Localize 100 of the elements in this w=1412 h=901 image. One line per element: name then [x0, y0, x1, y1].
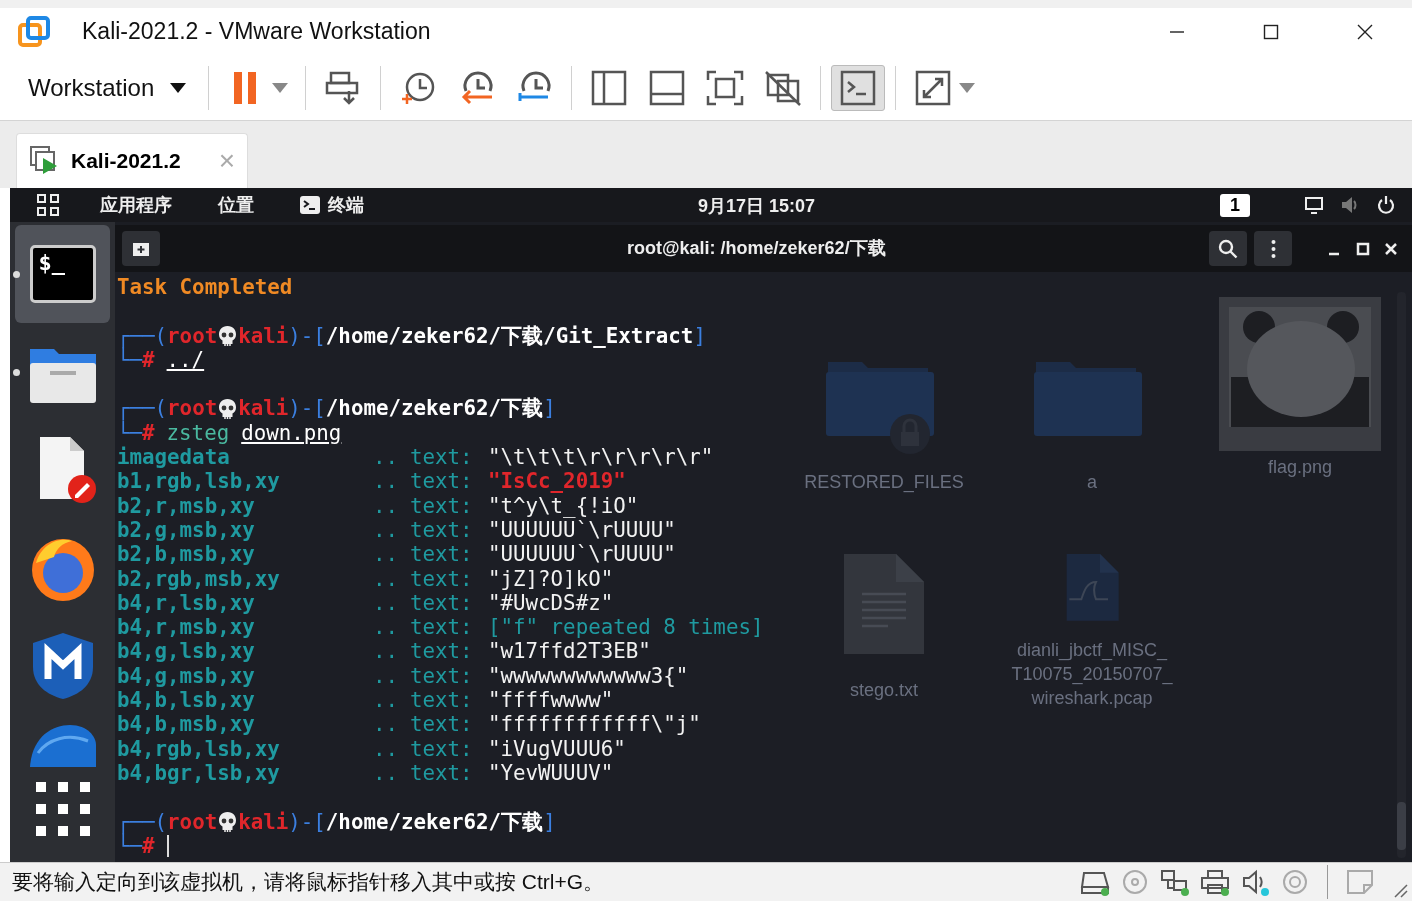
prompt-separator: )-[ [288, 809, 326, 834]
prompt-bracket: ] [693, 323, 706, 348]
maximize-icon[interactable] [1356, 241, 1370, 256]
channel-name: b4,g,lsb,xy [117, 639, 256, 664]
kebab-menu-icon [1270, 238, 1276, 259]
printer-icon [1200, 869, 1230, 895]
new-tab-button[interactable] [122, 231, 160, 266]
output-value: "ffffwwww" [488, 688, 614, 713]
power-icon[interactable] [1376, 195, 1396, 215]
separator-dots: .. [373, 663, 400, 689]
prompt-user: root [167, 323, 218, 348]
output-label: text: [410, 566, 474, 591]
prompt-user: root [167, 396, 218, 421]
output-label: text: [410, 542, 474, 567]
close-icon [1357, 23, 1373, 40]
channel-name: b4,bgr,lsb,xy [117, 760, 281, 786]
channel-name: b2,b,msb,xy [117, 542, 256, 567]
separator-dots: .. [373, 542, 400, 567]
output-value: ["f" repeated 8 times] [488, 615, 764, 640]
output-label: text: [410, 493, 474, 518]
workstation-menu[interactable]: Workstation [14, 67, 201, 108]
output-value: "\t\t\t\r\r\r\r\r" [488, 445, 714, 470]
fullscreen-icon [705, 68, 746, 107]
note-icon [1345, 869, 1375, 895]
command-argument: ../ [166, 347, 205, 373]
channel-name: b4,r,lsb,xy [117, 590, 256, 616]
prompt-host: kali [238, 323, 289, 348]
output-value: "IsCc_2019" [488, 469, 626, 494]
caret-icon [170, 82, 187, 93]
skull-icon [217, 810, 239, 833]
status-message: 要将输入定向到该虚拟机，请将鼠标指针移入其中或按 Ctrl+G。 [12, 869, 606, 895]
cd-icon [1120, 869, 1150, 895]
output-label: text: [410, 688, 474, 713]
command-argument: down.png [241, 420, 342, 446]
clock[interactable]: 9月17日 15:07 [698, 194, 816, 218]
output-value: "UUUUUU`\rUUUU" [488, 517, 676, 543]
toolbar-button[interactable] [831, 64, 886, 111]
separator-dots: .. [373, 712, 400, 737]
top-bar-menu[interactable]: 位置 [218, 193, 254, 217]
search-button[interactable] [1209, 231, 1247, 266]
prompt-path: /home/zeker62/下载/Git_Extract [325, 323, 694, 348]
terminal-title: root@kali: /home/zeker62/下载 [627, 237, 886, 260]
output-value: "wwwwwwwwwwww3{" [488, 663, 689, 689]
separator-dots: .. [373, 736, 400, 761]
prompt-host: kali [238, 809, 289, 834]
channel-name: b1,rgb,lsb,xy [117, 469, 281, 494]
separator-dots: .. [373, 615, 400, 640]
activities-grid-icon[interactable] [36, 193, 60, 217]
skull-icon [217, 397, 239, 420]
output-value: "UUUUUU`\rUUUU" [488, 542, 676, 567]
channel-name: b2,r,msb,xy [117, 493, 256, 518]
dock-item[interactable]: $_ [15, 225, 110, 323]
file-label: a [1086, 471, 1098, 494]
separator-dots: .. [373, 566, 400, 591]
file-label: RESTORED_FILES [803, 471, 965, 494]
output-value: "YevWUUUV" [488, 760, 614, 786]
output-label: text: [410, 469, 474, 494]
separator-dots: .. [373, 590, 400, 616]
output-label: text: [410, 663, 474, 689]
output-label: text: [410, 712, 474, 737]
prompt-bracket: ┌──( [117, 809, 168, 834]
prompt-sigil: # [142, 420, 155, 446]
scrollbar[interactable] [1397, 292, 1406, 858]
prompt-bracket: ] [543, 809, 556, 834]
vm-tab[interactable]: Kali-2021.2 × [16, 133, 248, 188]
prompt-branch: └─ [117, 833, 143, 859]
top-bar-menu[interactable]: 应用程序 [100, 193, 172, 217]
channel-name: b2,g,msb,xy [117, 517, 256, 543]
channel-name: b4,r,msb,xy [117, 615, 256, 640]
output-value: "iVugVUUU6" [488, 736, 626, 761]
prompt-branch: └─ [117, 420, 143, 446]
command: zsteg [166, 420, 230, 446]
output-value: "t^y\t_{!iO" [488, 493, 639, 518]
output-label: text: [410, 615, 474, 640]
channel-name: b4,b,lsb,xy [117, 688, 256, 713]
separator-dots: .. [373, 493, 400, 518]
separator-dots: .. [373, 445, 400, 470]
caret-icon [959, 82, 976, 93]
channel-name: b4,g,msb,xy [117, 663, 256, 689]
monitor-icon[interactable] [1304, 195, 1324, 215]
tab-label: Kali-2021.2 [71, 149, 181, 173]
top-bar-menu[interactable]: 终端 [300, 193, 364, 217]
window-title: Kali-2021.2 - VMware Workstation [82, 18, 432, 45]
workspace-indicator[interactable]: 1 [1220, 193, 1250, 217]
minimize-icon [1169, 30, 1185, 33]
separator-dots: .. [373, 517, 400, 543]
status-message: Task Completed [117, 275, 293, 300]
output-label: text: [410, 736, 474, 761]
prompt-user: root [167, 809, 218, 834]
close-icon[interactable] [1384, 241, 1398, 256]
output-label: text: [410, 760, 474, 786]
prompt-sigil: # [142, 833, 155, 859]
maximize-icon [1263, 23, 1279, 40]
disc-icon [1280, 869, 1310, 895]
menu-button[interactable] [1254, 231, 1292, 266]
output-value: "#UwcDS#z" [488, 590, 614, 616]
prompt-bracket: ┌──( [117, 396, 168, 421]
prompt-path: /home/zeker62/下载 [325, 809, 544, 834]
separator-dots: .. [373, 760, 400, 786]
channel-name: b4,rgb,lsb,xy [117, 736, 281, 761]
